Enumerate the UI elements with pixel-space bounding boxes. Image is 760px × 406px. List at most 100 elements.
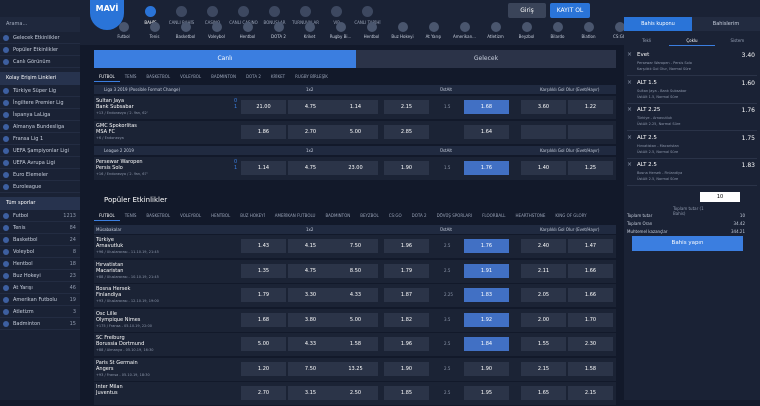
over-odds[interactable]: 1.90 <box>384 161 429 175</box>
popular-tab[interactable]: DOTA 2 <box>407 211 432 221</box>
over-odds[interactable]: 1.79 <box>384 263 429 278</box>
match-row[interactable]: Persewar Waropen Persis Solo +16 / Endonez… <box>94 157 616 181</box>
sport-shortcut[interactable]: Biatlon <box>573 22 604 39</box>
odds-cell[interactable]: 1.79 <box>241 288 286 302</box>
away-team[interactable]: Olympique Nimes <box>96 317 140 323</box>
odds-cell[interactable]: 2.70 <box>241 386 286 400</box>
bet-item[interactable]: × ALT 2.5 1.83 Bosna Hersek - Finlandiya Üst… <box>627 160 757 186</box>
remove-bet-icon[interactable]: × <box>627 161 632 168</box>
over-odds[interactable]: 1.82 <box>384 312 429 327</box>
sidebar-league-item[interactable]: Almanya Bundesliga <box>0 121 80 133</box>
tab-upcoming[interactable]: Gelecek <box>356 50 616 68</box>
sport-tab[interactable]: DOTA 2 <box>241 72 266 82</box>
over-odds[interactable]: 2.85 <box>384 125 429 139</box>
popular-tab[interactable]: HENTBOL <box>206 211 235 221</box>
btts-no[interactable]: 1.66 <box>568 288 613 302</box>
odds-cell[interactable]: 23.00 <box>333 161 378 175</box>
btts-yes[interactable]: 2.15 <box>521 361 566 376</box>
sport-shortcut[interactable]: Buz Hokeyi <box>387 22 418 39</box>
btts-yes[interactable]: 2.40 <box>521 239 566 253</box>
sidebar-league-item[interactable]: UEFA Şampiyonlar Ligi <box>0 145 80 157</box>
btts-yes[interactable]: 2.11 <box>521 263 566 278</box>
odds-cell[interactable]: 4.33 <box>333 288 378 302</box>
over-odds[interactable]: 1.87 <box>384 288 429 302</box>
btts-yes[interactable]: 1.65 <box>521 386 566 400</box>
sidebar-sport-item[interactable]: Tenis 84 <box>0 222 80 234</box>
under-odds[interactable]: 1.90 <box>464 361 509 376</box>
match-row[interactable]: Bosna Hersek Finlandiya +93 / Uluslararası… <box>94 284 616 308</box>
odds-cell[interactable]: 4.75 <box>288 161 333 175</box>
sidebar-sport-item[interactable]: Futbol 1213 <box>0 210 80 222</box>
btts-yes[interactable] <box>521 125 566 139</box>
odds-cell[interactable]: 2.50 <box>333 386 378 400</box>
under-odds[interactable]: 1.64 <box>464 125 509 139</box>
sport-shortcut[interactable]: Hentbol <box>232 22 263 39</box>
place-bet-button[interactable]: Bahis yapın <box>632 236 743 251</box>
away-team[interactable]: Juventus <box>96 390 118 396</box>
sport-shortcut[interactable]: DOTA 2 <box>263 22 294 39</box>
bet-item[interactable]: × ALT 2.25 1.76 Türkiye - Arnavutluk ÜstAlt … <box>627 105 757 131</box>
odds-cell[interactable]: 1.14 <box>241 161 286 175</box>
odds-cell[interactable]: 4.75 <box>288 100 333 114</box>
odds-cell[interactable]: 7.50 <box>333 239 378 253</box>
btts-no[interactable]: 1.25 <box>568 161 613 175</box>
away-team[interactable]: Macaristan <box>96 268 123 274</box>
btts-yes[interactable]: 1.55 <box>521 337 566 351</box>
btts-no[interactable]: 2.15 <box>568 386 613 400</box>
btts-no[interactable]: 1.58 <box>568 361 613 376</box>
odds-cell[interactable]: 21.00 <box>241 100 286 114</box>
btts-no[interactable]: 1.66 <box>568 263 613 278</box>
sidebar-sport-item[interactable]: At Yarışı 46 <box>0 282 80 294</box>
sport-shortcut[interactable]: At Yarışı <box>418 22 449 39</box>
match-row[interactable]: GMC Spokorlitas MSA FC +6 / Endonezya 1.86 2… <box>94 121 616 145</box>
sport-tab[interactable]: BADMINTON <box>206 72 241 82</box>
match-row[interactable]: Osc Lille Olympique Nimes +175 / Fransa - … <box>94 308 616 333</box>
over-odds[interactable]: 1.96 <box>384 337 429 351</box>
popular-tab[interactable]: HEARTHSTONE <box>511 211 551 221</box>
sidebar-league-item[interactable]: İngiltere Premier Lig <box>0 97 80 109</box>
sidebar-league-item[interactable]: İspanya LaLiga <box>0 109 80 121</box>
away-team[interactable]: Finlandiya <box>96 292 121 298</box>
under-odds[interactable]: 1.91 <box>464 263 509 278</box>
tab-bet-slip[interactable]: Bahis kuponu <box>624 17 692 31</box>
sport-shortcut[interactable]: Atletizm <box>480 22 511 39</box>
btts-yes[interactable]: 3.60 <box>521 100 566 114</box>
match-row[interactable]: Paris St Germain Angers +93 / Fransa - 05.… <box>94 357 616 382</box>
away-team[interactable]: MSA FC <box>96 129 115 135</box>
mode-multiple[interactable]: Çoklu <box>669 35 715 46</box>
under-odds[interactable]: 1.92 <box>464 312 509 327</box>
away-team[interactable]: Bank Subsabar <box>96 104 134 110</box>
under-odds[interactable]: 1.95 <box>464 386 509 400</box>
sidebar-league-item[interactable]: Fransa Lig 1 <box>0 133 80 145</box>
remove-bet-icon[interactable]: × <box>627 106 632 113</box>
bet-item[interactable]: × ALT 2.5 1.75 Hırvatistan - Macaristan ÜstA… <box>627 133 757 159</box>
login-button[interactable]: Giriş <box>508 3 546 18</box>
odds-cell[interactable]: 2.70 <box>288 125 333 139</box>
popular-tab[interactable]: BASKETBOL <box>141 211 175 221</box>
sport-shortcut[interactable]: Tenis <box>139 22 170 39</box>
odds-cell[interactable]: 4.15 <box>288 239 333 253</box>
register-button[interactable]: KAYIT OL <box>550 3 590 18</box>
btts-no[interactable]: 1.22 <box>568 100 613 114</box>
stake-input[interactable]: 10 <box>700 192 740 202</box>
sport-tab[interactable]: KRİKET <box>266 72 290 82</box>
tab-live[interactable]: Canlı <box>94 50 356 68</box>
sidebar-sport-item[interactable]: Atletizm 3 <box>0 306 80 318</box>
popular-tab[interactable]: DÖVÜŞ SPORLARI <box>432 211 478 221</box>
sport-shortcut[interactable]: Basketbol <box>170 22 201 39</box>
away-team[interactable]: Arnavutluk <box>96 243 123 249</box>
odds-cell[interactable]: 1.20 <box>241 361 286 376</box>
match-row[interactable]: SC Freiburg Borussia Dortmund +88 / Almany… <box>94 333 616 357</box>
sidebar-sport-item[interactable]: Amerikan Futbolu 19 <box>0 294 80 306</box>
sidebar-sport-item[interactable]: Buz Hokeyi 23 <box>0 270 80 282</box>
odds-cell[interactable]: 1.35 <box>241 263 286 278</box>
under-odds[interactable]: 1.83 <box>464 288 509 302</box>
sport-tab[interactable]: TENİS <box>120 72 142 82</box>
under-odds[interactable]: 1.76 <box>464 239 509 253</box>
away-team[interactable]: Borussia Dortmund <box>96 341 144 347</box>
sport-shortcut[interactable]: Futbol <box>108 22 139 39</box>
over-odds[interactable]: 1.90 <box>384 361 429 376</box>
mode-system[interactable]: Sistem <box>715 35 760 46</box>
odds-cell[interactable]: 8.50 <box>333 263 378 278</box>
popular-tab[interactable]: BUZ HOKEYİ <box>235 211 270 221</box>
